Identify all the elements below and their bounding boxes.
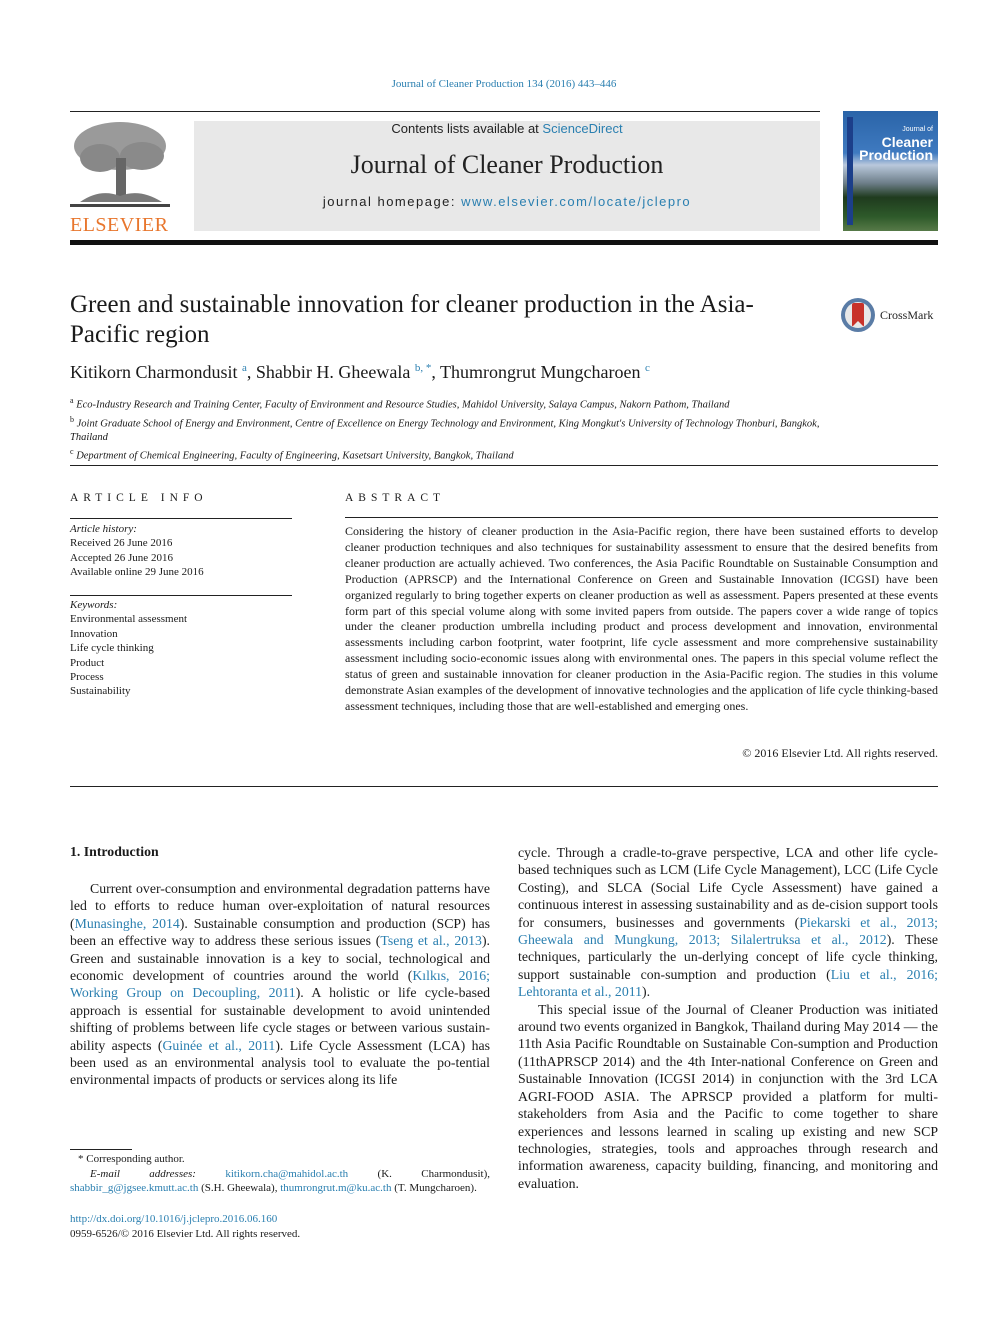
citation-link[interactable]: Guinée et al., 2011 xyxy=(162,1038,275,1053)
author-affiliation-marker[interactable]: c xyxy=(645,362,650,374)
intro-paragraph-1-continued: cycle. Through a cradle-to-grave perspec… xyxy=(518,844,938,1001)
issn-copyright: 0959-6526/© 2016 Elsevier Ltd. All right… xyxy=(70,1228,301,1240)
article-title: Green and sustainable innovation for cle… xyxy=(70,291,754,348)
keywords-label: Keywords: xyxy=(70,599,118,611)
doi-block: http://dx.doi.org/10.1016/j.jclepro.2016… xyxy=(70,1212,300,1242)
affiliation-item: c Department of Chemical Engineering, Fa… xyxy=(70,445,830,464)
footnotes: * Corresponding author. E-mail addresses… xyxy=(70,1152,490,1196)
abstract-copyright: © 2016 Elsevier Ltd. All rights reserved… xyxy=(742,746,938,760)
elsevier-wordmark: ELSEVIER xyxy=(70,214,169,236)
citation-link[interactable]: Munasinghe, 2014 xyxy=(75,916,180,931)
email-link[interactable]: shabbir_g@jgsee.kmutt.ac.th xyxy=(70,1182,198,1194)
cover-title: Journal of Cleaner Production xyxy=(859,123,933,162)
history-item: Received 26 June 2016 xyxy=(70,537,173,550)
keyword-item: Environmental assessment xyxy=(70,613,188,626)
crossmark-icon xyxy=(841,298,875,332)
affiliations: a Eco-Industry Research and Training Cen… xyxy=(70,394,830,464)
article-info-heading: ARTICLE INFO xyxy=(70,492,208,504)
keyword-item: Life cycle thinking xyxy=(70,642,154,655)
author-name[interactable]: Shabbir H. Gheewala xyxy=(256,362,410,382)
sciencedirect-link[interactable]: ScienceDirect xyxy=(542,121,622,136)
affiliation-item: a Eco-Industry Research and Training Cen… xyxy=(70,394,830,413)
abstract-bottom-divider xyxy=(70,786,938,787)
doi-link[interactable]: http://dx.doi.org/10.1016/j.jclepro.2016… xyxy=(70,1213,277,1225)
footnote-divider xyxy=(70,1149,132,1150)
homepage-line: journal homepage: www.elsevier.com/locat… xyxy=(194,194,820,209)
journal-masthead: Contents lists available at ScienceDirec… xyxy=(194,121,820,231)
intro-paragraph-1: Current over-consumption and environment… xyxy=(70,880,490,1089)
affiliation-text: Eco-Industry Research and Training Cente… xyxy=(76,399,730,411)
cover-stripe xyxy=(847,117,853,225)
affiliation-marker: a xyxy=(70,396,74,405)
author-name[interactable]: Thumrongrut Mungcharoen xyxy=(440,362,640,382)
journal-citation-link[interactable]: Journal of Cleaner Production 134 (2016)… xyxy=(0,78,992,90)
corresponding-author-note: * Corresponding author. xyxy=(78,1153,185,1165)
crossmark-button[interactable]: CrossMark xyxy=(840,296,940,334)
top-divider xyxy=(70,111,820,112)
keyword-item: Product xyxy=(70,656,105,669)
history-item: Available online 29 June 2016 xyxy=(70,566,204,579)
email-owner: (K. Charmondusit), xyxy=(348,1167,490,1180)
author-separator: , xyxy=(246,362,256,382)
abstract-text: Considering the history of cleaner produ… xyxy=(345,524,938,713)
contents-line: Contents lists available at ScienceDirec… xyxy=(194,121,820,136)
journal-name: Journal of Cleaner Production xyxy=(350,150,664,179)
article-history-label: Article history: xyxy=(70,523,137,535)
author-affiliation-marker[interactable]: b, * xyxy=(415,362,432,374)
journal-homepage-link[interactable]: www.elsevier.com/locate/jclepro xyxy=(461,194,691,209)
author-name[interactable]: Kitikorn Charmondusit xyxy=(70,362,238,382)
header-thick-divider xyxy=(70,240,938,245)
crossmark-label: CrossMark xyxy=(880,307,934,322)
abstract-heading: ABSTRACT xyxy=(345,492,446,504)
email-link[interactable]: kitikorn.cha@mahidol.ac.th xyxy=(225,1168,348,1180)
affiliation-marker: b xyxy=(70,414,74,424)
email-link[interactable]: thumrongrut.m@ku.ac.th xyxy=(280,1182,391,1194)
affiliation-text: Joint Graduate School of Energy and Envi… xyxy=(70,418,820,443)
email-addresses: E-mail addresses: kitikorn.cha@mahidol.a… xyxy=(70,1167,490,1196)
cover-title-line2: Production xyxy=(859,147,933,163)
intro-paragraph-2: This special issue of the Journal of Cle… xyxy=(518,1001,938,1191)
elsevier-logo[interactable]: ELSEVIER xyxy=(70,118,174,236)
author-list: Kitikorn Charmondusit a, Shabbir H. Ghee… xyxy=(70,362,650,383)
history-item: Accepted 26 June 2016 xyxy=(70,551,173,564)
email-label: E-mail addresses: xyxy=(90,1167,196,1180)
paragraph-text: ). xyxy=(642,984,651,1000)
abstract-divider xyxy=(345,517,938,518)
affiliation-text: Department of Chemical Engineering, Facu… xyxy=(76,450,514,462)
section-heading-introduction: 1. Introduction xyxy=(70,844,159,859)
keywords: Keywords: Environmental assessment Innov… xyxy=(70,598,292,699)
title-divider xyxy=(70,465,938,466)
article-info-divider xyxy=(70,518,292,519)
homepage-prefix: journal homepage: xyxy=(322,194,462,209)
keyword-item: Sustainability xyxy=(70,685,131,698)
citation-link[interactable]: Tseng et al., 2013 xyxy=(380,933,482,948)
keywords-divider xyxy=(70,595,292,596)
keyword-item: Innovation xyxy=(70,627,118,640)
journal-cover-image[interactable]: Journal of Cleaner Production xyxy=(843,111,938,231)
right-column: cycle. Through a cradle-to-grave perspec… xyxy=(518,844,938,1192)
affiliation-item: b Joint Graduate School of Energy and En… xyxy=(70,413,830,446)
email-owner: (S.H. Gheewala), xyxy=(198,1182,281,1194)
affiliation-marker: c xyxy=(70,447,74,456)
keyword-item: Process xyxy=(70,671,104,684)
email-owner: (T. Mungcharoen). xyxy=(391,1182,477,1194)
article-history: Article history: Received 26 June 2016 A… xyxy=(70,522,292,580)
elsevier-tree-icon xyxy=(70,118,170,210)
author-separator: , xyxy=(431,362,441,382)
contents-prefix: Contents lists available at xyxy=(391,121,543,136)
